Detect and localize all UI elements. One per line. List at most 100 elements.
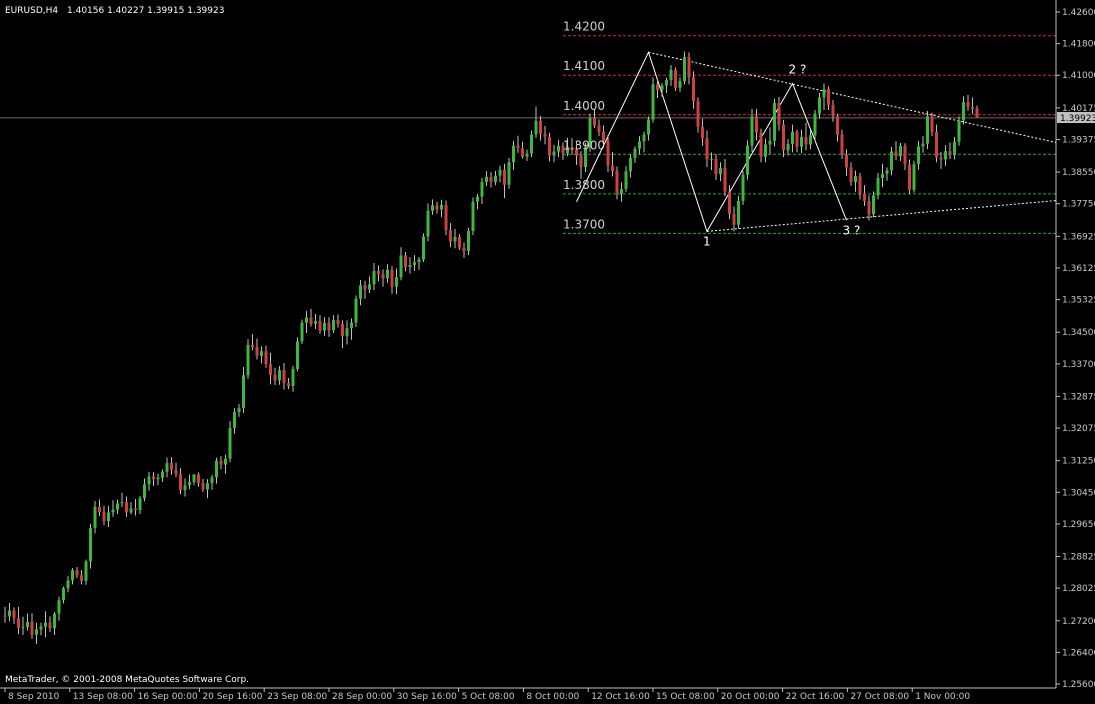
candle-body (633, 148, 637, 158)
candle-body (80, 575, 83, 581)
candle-body (336, 319, 340, 324)
candle-body (21, 627, 25, 629)
candle-body (251, 344, 254, 348)
candle-body (138, 498, 142, 511)
candle-body (278, 370, 281, 381)
candle-body (12, 610, 16, 619)
candle-body (921, 143, 925, 147)
candle-body (750, 116, 754, 146)
candle-body (732, 213, 736, 225)
candle-body (908, 164, 911, 190)
candle-body (674, 69, 677, 88)
candle-body (242, 375, 245, 409)
candle-body (764, 144, 767, 157)
candle-body (548, 136, 551, 156)
candle-body (341, 323, 344, 337)
candle-body (818, 97, 821, 114)
candle-body (944, 151, 947, 160)
candle-body (791, 131, 794, 145)
candle-body (363, 285, 367, 290)
level-label: 1.3800 (563, 178, 605, 192)
x-tick-label: 12 Oct 16:00 (591, 692, 650, 702)
candle-body (309, 317, 313, 324)
candle-body (143, 484, 146, 499)
candle-body (665, 79, 668, 86)
candle-body (755, 116, 758, 133)
candle-body (822, 89, 826, 98)
y-tick-label: 1.34500 (1062, 328, 1095, 338)
candle-body (453, 236, 457, 242)
x-tick-label: 27 Oct 08:00 (850, 692, 909, 702)
y-tick-label: 1.35325 (1062, 296, 1095, 306)
candle-body (368, 284, 371, 290)
y-tick-label: 1.42600 (1062, 8, 1095, 18)
candle-body (597, 125, 601, 132)
candle-body (975, 108, 979, 118)
candle-body (971, 106, 974, 109)
y-tick-label: 1.32075 (1062, 424, 1095, 434)
candle-body (624, 171, 628, 190)
candle-body (629, 157, 632, 172)
candle-body (579, 155, 583, 167)
candle-body (84, 561, 88, 581)
candle-body (467, 230, 470, 252)
candle-body (197, 474, 200, 484)
candle-body (152, 476, 155, 480)
x-tick-label: 8 Sep 2010 (8, 692, 60, 702)
candle-body (26, 621, 29, 628)
candle-body (219, 460, 223, 465)
candle-body (426, 210, 430, 237)
candle-body (210, 477, 214, 484)
candle-body (156, 477, 160, 480)
candle-body (890, 151, 893, 171)
x-tick-label: 1 Nov 00:00 (915, 692, 970, 702)
candle-body (30, 621, 34, 635)
candle-body (39, 626, 43, 630)
candle-body (962, 102, 965, 121)
candle-body (957, 120, 961, 142)
candle-body (282, 370, 286, 384)
candle-body (255, 347, 259, 356)
candle-body (327, 322, 331, 331)
candle-body (723, 167, 727, 192)
candle-body (332, 319, 335, 331)
candle-body (948, 151, 952, 156)
y-tick-labels: 1.426001.418001.410001.401751.393751.385… (1056, 8, 1095, 690)
price-tag-text: 1.39923 (1060, 114, 1095, 124)
candle-body (615, 170, 619, 194)
candle-body (647, 119, 650, 135)
candle-body (543, 133, 547, 137)
candle-body (696, 100, 700, 127)
lower-triangle-line (706, 200, 1057, 232)
candle-body (449, 230, 452, 242)
candle-body (894, 151, 898, 157)
x-tick-label: 5 Oct 08:00 (462, 692, 515, 702)
candle-body (300, 322, 304, 342)
x-tick-label: 23 Sep 08:00 (267, 692, 327, 702)
candle-body (120, 502, 124, 504)
candle-body (876, 178, 880, 196)
candle-body (737, 200, 740, 225)
candle-body (111, 509, 115, 513)
candle-body (557, 146, 560, 152)
candle-body (768, 140, 772, 145)
candle-body (201, 483, 205, 490)
candle-body (489, 176, 493, 182)
level-lines-layer (0, 35, 1056, 234)
candle-body (372, 270, 376, 285)
candle-body (728, 191, 731, 214)
candle-body (359, 285, 362, 299)
candle-body (260, 351, 263, 356)
candle-body (867, 200, 871, 215)
copyright-text: MetaTrader, © 2001-2008 MetaQuotes Softw… (5, 675, 249, 685)
candle-body (422, 236, 425, 260)
candle-body (840, 134, 844, 155)
candle-body (264, 351, 268, 365)
candle-body (89, 527, 92, 562)
y-axis: 1.426001.418001.410001.401751.393751.385… (1055, 0, 1095, 690)
y-tick-label: 1.36125 (1062, 264, 1095, 274)
candle-body (62, 588, 65, 601)
candle-body (773, 102, 776, 141)
candle-body (377, 270, 380, 275)
candle-body (651, 84, 655, 120)
